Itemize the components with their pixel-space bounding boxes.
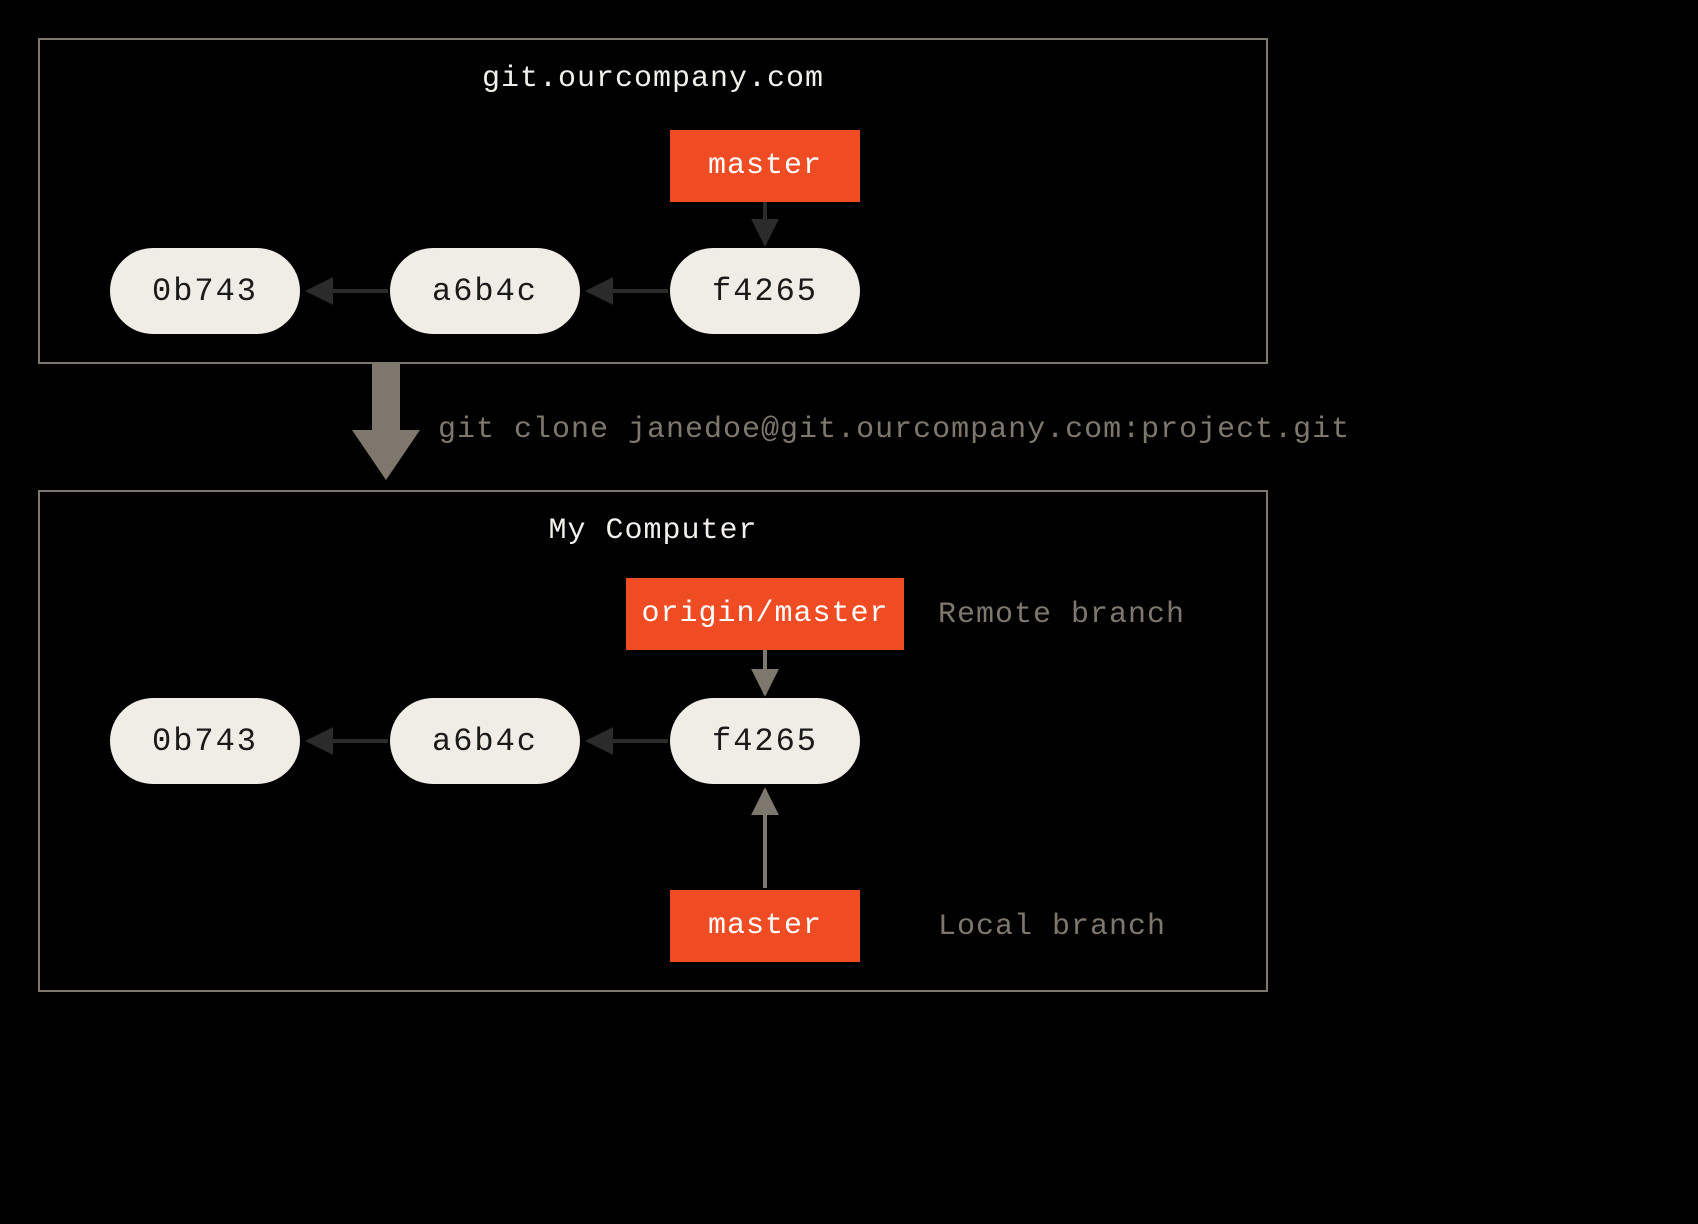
commit-node: f4265 (670, 248, 860, 334)
diagram-canvas: git.ourcompany.com master 0b743 a6b4c f4… (0, 0, 1698, 1224)
remote-panel-title: git.ourcompany.com (40, 62, 1266, 96)
clone-command-text: git clone janedoe@git.ourcompany.com:pro… (438, 413, 1350, 447)
local-branch-master: master (670, 890, 860, 962)
commit-node: a6b4c (390, 248, 580, 334)
local-branch-label: Local branch (938, 910, 1166, 944)
remote-tracking-branch: origin/master (626, 578, 904, 650)
commit-node: 0b743 (110, 698, 300, 784)
commit-node: 0b743 (110, 248, 300, 334)
local-panel-title: My Computer (40, 514, 1266, 548)
commit-node: a6b4c (390, 698, 580, 784)
commit-node: f4265 (670, 698, 860, 784)
clone-arrow-icon (352, 364, 420, 480)
remote-branch-label: Remote branch (938, 598, 1185, 632)
remote-branch-master: master (670, 130, 860, 202)
